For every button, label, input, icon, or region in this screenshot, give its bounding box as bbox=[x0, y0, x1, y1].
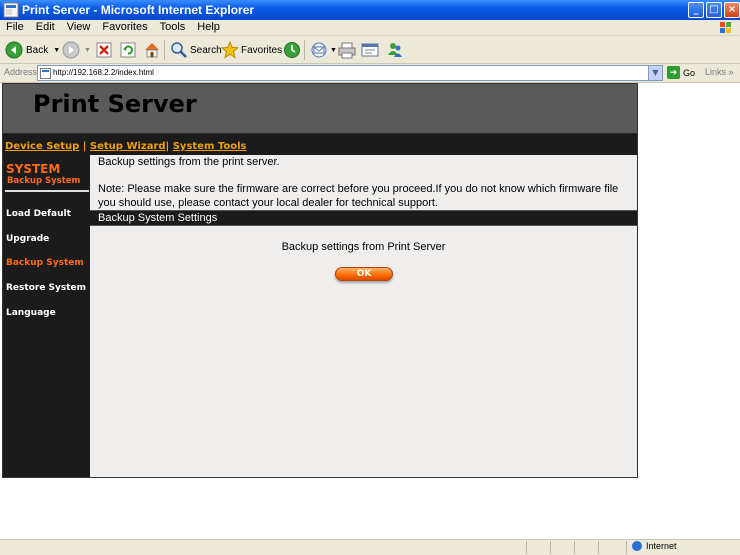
mail-icon bbox=[311, 42, 327, 58]
main-content: Backup settings from the print server. N… bbox=[90, 155, 637, 477]
favorites-label: Favorites bbox=[241, 44, 283, 56]
links-button[interactable]: Links » bbox=[705, 67, 734, 77]
go-label: Go bbox=[683, 67, 696, 78]
printer-icon bbox=[338, 42, 356, 59]
menu-edit[interactable]: Edit bbox=[30, 20, 61, 33]
home-button[interactable] bbox=[143, 40, 161, 60]
address-dropdown-icon[interactable]: ▼ bbox=[648, 66, 662, 80]
status-divider bbox=[598, 541, 599, 554]
address-url: http://192.168.2.2/index.html bbox=[53, 68, 154, 77]
status-divider bbox=[574, 541, 575, 554]
window-titlebar: Print Server - Microsoft Internet Explor… bbox=[0, 0, 740, 20]
forward-arrow-icon bbox=[62, 41, 80, 59]
page-title: Print Server bbox=[33, 90, 197, 118]
search-icon bbox=[171, 42, 187, 58]
refresh-icon bbox=[120, 42, 136, 58]
menu-help[interactable]: Help bbox=[191, 20, 226, 33]
search-label: Search bbox=[190, 44, 222, 56]
sidebar: SYSTEM Backup System Load Default Upgrad… bbox=[3, 155, 90, 477]
page-header: Print Server bbox=[3, 84, 637, 134]
sidebar-item-language[interactable]: Language bbox=[6, 308, 56, 318]
section-title: Backup System Settings bbox=[98, 212, 218, 224]
security-zone: Internet bbox=[632, 541, 677, 551]
sidebar-subsection-title: Backup System bbox=[7, 176, 81, 186]
address-bar: Address http://192.168.2.2/index.html ▼ … bbox=[0, 64, 740, 83]
menu-favorites[interactable]: Favorites bbox=[96, 20, 153, 33]
refresh-button[interactable] bbox=[120, 40, 136, 60]
section-header: Backup System Settings bbox=[90, 210, 637, 226]
menu-tools[interactable]: Tools bbox=[154, 20, 192, 33]
search-button[interactable]: Search bbox=[170, 40, 222, 60]
sidebar-item-backup-system[interactable]: Backup System bbox=[6, 258, 84, 268]
favorites-button[interactable]: Favorites bbox=[221, 40, 282, 60]
links-label: Links bbox=[705, 67, 727, 77]
sidebar-item-load-default[interactable]: Load Default bbox=[6, 209, 71, 219]
close-button[interactable]: × bbox=[724, 2, 740, 18]
menu-bar: File Edit View Favorites Tools Help bbox=[0, 20, 740, 36]
stop-button[interactable] bbox=[96, 40, 112, 60]
forward-dropdown-icon[interactable]: ▼ bbox=[84, 47, 91, 54]
back-arrow-icon bbox=[5, 41, 23, 59]
messenger-button[interactable] bbox=[386, 40, 404, 60]
firmware-note: Note: Please make sure the firmware are … bbox=[98, 183, 619, 209]
mail-button[interactable]: ▼ bbox=[310, 40, 337, 60]
globe-icon bbox=[632, 541, 642, 551]
star-icon bbox=[221, 41, 239, 59]
top-nav: Device Setup | Setup Wizard| System Tool… bbox=[3, 135, 637, 154]
go-button[interactable]: ➔ Go bbox=[667, 66, 695, 79]
messenger-icon bbox=[388, 43, 402, 57]
window-title: Print Server - Microsoft Internet Explor… bbox=[22, 3, 255, 17]
address-label: Address bbox=[4, 67, 38, 77]
back-label: Back bbox=[26, 44, 49, 56]
nav-separator: | bbox=[165, 141, 170, 152]
history-icon bbox=[284, 42, 300, 58]
mail-dropdown-icon[interactable]: ▼ bbox=[330, 47, 337, 54]
print-server-frame: Print Server Device Setup | Setup Wizard… bbox=[2, 83, 638, 478]
home-icon bbox=[145, 43, 159, 58]
toolbar: Back ▼ ▼ Search Favorites ▼ bbox=[0, 36, 740, 64]
sidebar-section-title: SYSTEM bbox=[6, 162, 61, 176]
status-divider bbox=[550, 541, 551, 554]
nav-separator: | bbox=[82, 141, 87, 152]
nav-setup-wizard[interactable]: Setup Wizard bbox=[90, 141, 166, 152]
back-dropdown-icon[interactable]: ▼ bbox=[53, 47, 60, 54]
status-divider bbox=[526, 541, 527, 554]
sidebar-divider bbox=[5, 190, 89, 192]
print-button[interactable] bbox=[338, 40, 356, 60]
toolbar-separator bbox=[164, 40, 165, 60]
nav-device-setup[interactable]: Device Setup bbox=[5, 141, 79, 152]
go-arrow-icon: ➔ bbox=[667, 66, 680, 79]
status-bar: Internet bbox=[0, 539, 740, 555]
forward-button[interactable]: ▼ bbox=[62, 40, 91, 60]
edit-document-icon bbox=[361, 43, 379, 57]
intro-text: Backup settings from the print server. bbox=[98, 156, 280, 168]
back-button[interactable]: Back ▼ bbox=[5, 40, 60, 60]
nav-system-tools[interactable]: System Tools bbox=[173, 141, 247, 152]
stop-icon bbox=[96, 42, 112, 58]
sidebar-item-upgrade[interactable]: Upgrade bbox=[6, 234, 49, 244]
blank-area bbox=[639, 83, 740, 539]
backup-label: Backup settings from Print Server bbox=[281, 241, 446, 253]
history-button[interactable] bbox=[283, 40, 301, 60]
toolbar-separator bbox=[304, 40, 305, 60]
sidebar-item-restore-system[interactable]: Restore System bbox=[6, 283, 86, 293]
menu-file[interactable]: File bbox=[0, 20, 30, 33]
maximize-button[interactable]: □ bbox=[706, 2, 722, 18]
address-input[interactable]: http://192.168.2.2/index.html ▼ bbox=[37, 65, 663, 81]
internet-explorer-icon bbox=[3, 2, 19, 18]
minimize-button[interactable]: _ bbox=[688, 2, 704, 18]
ok-button[interactable]: OK bbox=[335, 267, 393, 281]
page-icon bbox=[40, 68, 51, 79]
edit-button[interactable] bbox=[361, 40, 379, 60]
zone-label: Internet bbox=[646, 541, 677, 551]
status-divider bbox=[626, 541, 627, 554]
page-viewport: Print Server Device Setup | Setup Wizard… bbox=[0, 83, 740, 539]
windows-logo-icon bbox=[720, 22, 731, 33]
menu-view[interactable]: View bbox=[61, 20, 97, 33]
